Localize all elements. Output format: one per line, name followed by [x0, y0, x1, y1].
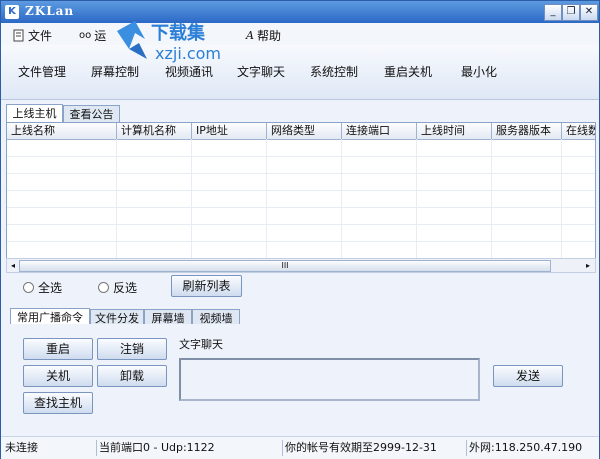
help-icon: A: [246, 29, 254, 42]
file-icon: [13, 29, 24, 42]
col-online-count[interactable]: 在线数: [562, 123, 595, 139]
menu-help-label: 帮助: [256, 29, 281, 43]
invert-selection-label: 反选: [113, 281, 138, 295]
menu-bar: 文件 oo 运 A 帮助: [1, 23, 599, 46]
chat-message-input[interactable]: [179, 358, 480, 401]
tab-online-hosts[interactable]: 上线主机: [6, 104, 63, 123]
connection-status: 未连接: [5, 441, 38, 454]
toolbar-system-control[interactable]: 系统控制: [310, 63, 358, 80]
menu-file-label: 文件: [28, 29, 53, 43]
close-button[interactable]: ✕: [580, 4, 598, 21]
select-all-label: 全选: [38, 281, 63, 295]
radio-icon: [23, 282, 34, 293]
invert-selection-radio[interactable]: 反选: [98, 279, 137, 296]
title-bar[interactable]: K ZKLan _ ❐ ✕: [1, 1, 599, 23]
host-list-header: 上线名称 计算机名称 IP地址 网络类型 连接端口 上线时间 服务器版本 在线数: [7, 123, 595, 140]
watermark-title: 下载集: [151, 22, 206, 44]
toolbar-text-chat[interactable]: 文字聊天: [237, 63, 285, 80]
window-title: ZKLan: [25, 4, 75, 18]
col-ip[interactable]: IP地址: [192, 123, 267, 139]
logout-button[interactable]: 注销: [97, 338, 167, 360]
host-list[interactable]: 上线名称 计算机名称 IP地址 网络类型 连接端口 上线时间 服务器版本 在线数: [6, 122, 596, 259]
horizontal-scrollbar[interactable]: ◂ III ▸: [6, 258, 596, 273]
find-host-button[interactable]: 查找主机: [23, 392, 93, 414]
radio-icon: [98, 282, 109, 293]
app-logo-icon: K: [5, 5, 19, 19]
watermark-url: xzji.com: [155, 44, 221, 63]
col-online-name[interactable]: 上线名称: [7, 123, 117, 139]
port-status: 当前端口0 - Udp:1122: [96, 440, 279, 456]
external-ip: 外网:118.250.47.190: [466, 440, 597, 456]
menu-run[interactable]: oo 运: [79, 27, 106, 44]
toolbar: 文件管理 屏幕控制 视频通讯 文字聊天 系统控制 重启关机 最小化: [1, 45, 599, 100]
toolbar-minimize[interactable]: 最小化: [461, 63, 497, 80]
refresh-list-button[interactable]: 刷新列表: [171, 275, 242, 297]
account-expiry: 你的帐号有效期至2999-12-31: [282, 440, 463, 456]
uninstall-button[interactable]: 卸载: [97, 365, 167, 387]
toolbar-restart-shutdown[interactable]: 重启关机: [384, 63, 432, 80]
menu-file[interactable]: 文件: [13, 27, 52, 44]
scroll-thumb[interactable]: III: [19, 260, 551, 272]
minimize-button[interactable]: _: [544, 4, 562, 21]
main-tabs: 上线主机 查看公告: [6, 104, 156, 123]
send-button[interactable]: 发送: [493, 365, 563, 387]
app-window: K ZKLan _ ❐ ✕ 文件 oo 运 A 帮助 文件管理 屏幕控制 视频通…: [0, 0, 600, 459]
tab-announcements[interactable]: 查看公告: [63, 105, 120, 123]
col-server-version[interactable]: 服务器版本: [492, 123, 562, 139]
toolbar-file-manager[interactable]: 文件管理: [18, 63, 66, 80]
col-computer-name[interactable]: 计算机名称: [117, 123, 192, 139]
scroll-left-icon[interactable]: ◂: [7, 259, 19, 272]
col-online-time[interactable]: 上线时间: [417, 123, 492, 139]
menu-run-label: 运: [94, 29, 107, 43]
menu-help[interactable]: A 帮助: [246, 27, 281, 44]
text-chat-label: 文字聊天: [179, 338, 223, 351]
maximize-button[interactable]: ❐: [562, 4, 580, 21]
status-bar: 未连接 当前端口0 - Udp:1122 你的帐号有效期至2999-12-31 …: [1, 436, 599, 459]
shutdown-button[interactable]: 关机: [23, 365, 93, 387]
scroll-right-icon[interactable]: ▸: [582, 259, 594, 272]
glasses-icon: oo: [79, 30, 92, 41]
col-port[interactable]: 连接端口: [342, 123, 417, 139]
restart-button[interactable]: 重启: [23, 338, 93, 360]
col-network-type[interactable]: 网络类型: [267, 123, 342, 139]
select-all-radio[interactable]: 全选: [23, 279, 62, 296]
watermark-logo-icon: 下载集 xzji.com: [117, 21, 221, 63]
